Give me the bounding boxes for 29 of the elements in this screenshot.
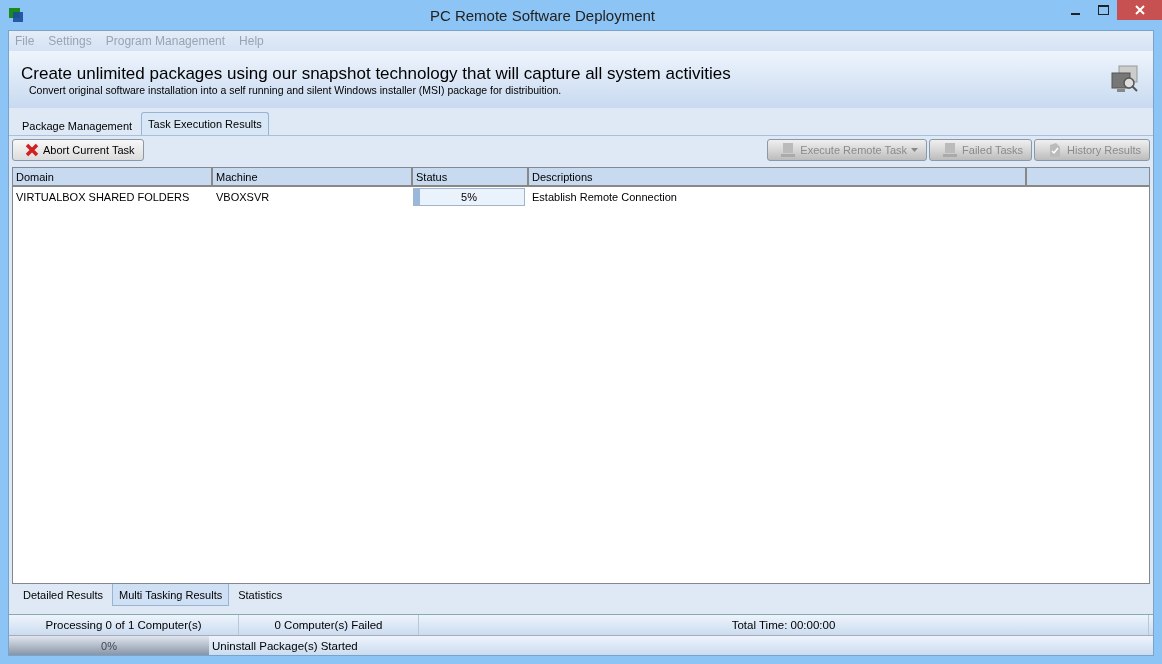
- column-header[interactable]: Domain: [13, 168, 213, 185]
- table-cell-text: VIRTUALBOX SHARED FOLDERS: [15, 191, 191, 203]
- column-header[interactable]: Status: [413, 168, 529, 185]
- tab[interactable]: Detailed Results: [16, 584, 111, 606]
- close-button[interactable]: [1117, 0, 1162, 20]
- monitor-magnifier-icon: [1111, 64, 1139, 95]
- app-icon: [8, 7, 24, 23]
- banner-subtitle: Convert original software installation into a self running and silent Windows installer (MSI) package for distribuition.: [29, 83, 563, 96]
- banner-headline: Create unlimited packages using our snapshot technology that will capture all system activities: [21, 63, 732, 84]
- close-icon: [1134, 5, 1145, 15]
- computer-icon: [780, 142, 797, 158]
- column-header[interactable]: Descriptions: [529, 168, 1027, 185]
- tab[interactable]: Statistics: [231, 584, 290, 606]
- minimize-icon: [1070, 13, 1080, 15]
- dropdown-caret-icon: [911, 148, 919, 152]
- column-header[interactable]: Machine: [213, 168, 413, 185]
- computer-icon: [942, 142, 959, 158]
- window-title: PC Remote Software Deployment: [428, 6, 657, 24]
- progress-reading: 5%: [461, 191, 477, 203]
- table-cell-text: VBOXSVR: [215, 191, 271, 203]
- tab[interactable]: Package Management: [15, 115, 140, 135]
- tab[interactable]: Task Execution Results: [141, 112, 269, 135]
- maximize-icon: [1097, 5, 1109, 15]
- toolbar-button[interactable]: Abort Current Task: [12, 139, 144, 161]
- tab[interactable]: Multi Tasking Results: [112, 584, 230, 606]
- table-cell-text: Establish Remote Connection: [531, 191, 678, 203]
- abort-x-icon: [25, 143, 39, 157]
- status-message: Uninstall Package(s) Started: [211, 638, 359, 654]
- status-progress-reading: 0%: [101, 639, 117, 652]
